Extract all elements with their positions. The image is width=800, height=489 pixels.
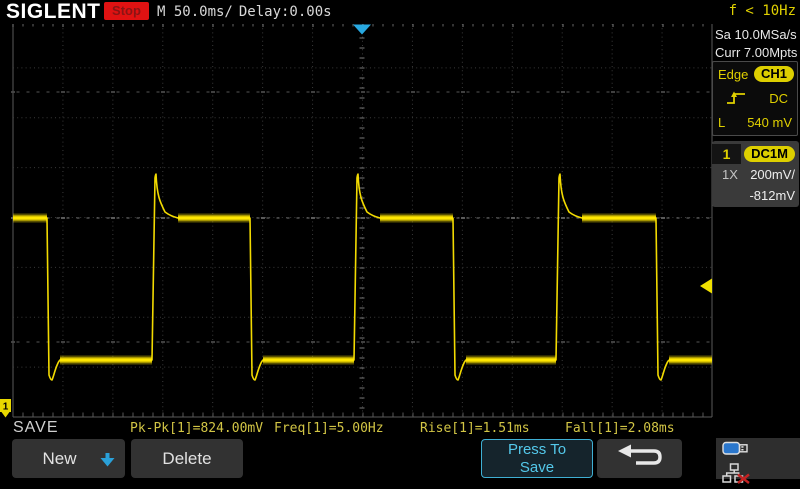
press-to-save-line1: Press To bbox=[507, 440, 567, 458]
lan-disconnected-icon bbox=[722, 463, 800, 489]
trigger-source-badge: CH1 bbox=[753, 66, 794, 82]
trigger-type-label: Edge bbox=[718, 66, 749, 82]
measurement-rise: Rise[1]=1.51ms bbox=[420, 421, 530, 436]
svg-text:1: 1 bbox=[3, 402, 9, 413]
dropdown-arrow-icon bbox=[100, 452, 115, 472]
usb-icon bbox=[722, 440, 800, 462]
channel1-panel: 1 DC1M 1X 200mV/ -812mV bbox=[712, 141, 799, 207]
rising-edge-icon bbox=[726, 90, 746, 108]
timebase-value: M 50.0ms/ bbox=[157, 4, 233, 20]
header-bar: SIGLENT Stop M 50.0ms/Delay:0.00s f < 10… bbox=[0, 0, 800, 24]
delay-value: Delay:0.00s bbox=[238, 4, 332, 20]
press-to-save-button[interactable]: Press To Save bbox=[481, 439, 593, 478]
run-state-badge: Stop bbox=[104, 2, 149, 20]
oscilloscope-screen: { "header": { "logo": "SIGLENT", "run_st… bbox=[0, 0, 800, 484]
trigger-position-marker bbox=[353, 24, 371, 35]
channel-coupling-badge: DC1M bbox=[744, 145, 795, 162]
measurement-fall: Fall[1]=2.08ms bbox=[565, 421, 675, 436]
channel1-ground-marker: 1 bbox=[0, 399, 11, 418]
new-button[interactable]: New bbox=[12, 439, 125, 478]
measurement-freq: Freq[1]=5.00Hz bbox=[274, 421, 384, 436]
delete-button-label: Delete bbox=[162, 448, 212, 468]
new-button-label: New bbox=[42, 448, 77, 468]
channel-offset: -812mV bbox=[749, 188, 795, 203]
channel-number: 1 bbox=[712, 143, 741, 164]
status-icons-panel bbox=[716, 438, 800, 484]
trigger-frequency-readout: f < 10Hz bbox=[728, 3, 796, 19]
sample-rate: Sa 10.0MSa/s bbox=[715, 27, 797, 42]
return-arrow-icon bbox=[616, 443, 664, 475]
menu-title: SAVE bbox=[13, 419, 59, 436]
acquisition-info: Sa 10.0MSa/s Curr 7.00Mpts bbox=[715, 26, 797, 62]
trigger-level-value: 540 mV bbox=[747, 115, 792, 130]
timebase-readout: M 50.0ms/Delay:0.00s bbox=[157, 4, 338, 20]
press-to-save-line2: Save bbox=[519, 458, 555, 476]
soft-menu-bar: New Delete Press To Save bbox=[0, 437, 800, 484]
trigger-coupling: DC bbox=[769, 91, 788, 106]
back-button[interactable] bbox=[597, 439, 682, 478]
probe-attenuation: 1X bbox=[722, 167, 738, 182]
delete-button[interactable]: Delete bbox=[131, 439, 243, 478]
trigger-level-marker bbox=[700, 278, 712, 294]
measurement-row: SAVE Pk-Pk[1]=824.00mV Freq[1]=5.00Hz Ri… bbox=[0, 418, 800, 437]
trigger-panel: Edge CH1 DC L 540 mV bbox=[712, 61, 798, 136]
measurement-pkpk: Pk-Pk[1]=824.00mV bbox=[130, 421, 264, 436]
trigger-level-label: L bbox=[718, 115, 726, 130]
brand-logo: SIGLENT bbox=[6, 0, 101, 23]
memory-depth: Curr 7.00Mpts bbox=[715, 45, 798, 60]
channel-scale: 200mV/ bbox=[750, 167, 795, 182]
waveform-display: 1 bbox=[0, 20, 713, 418]
